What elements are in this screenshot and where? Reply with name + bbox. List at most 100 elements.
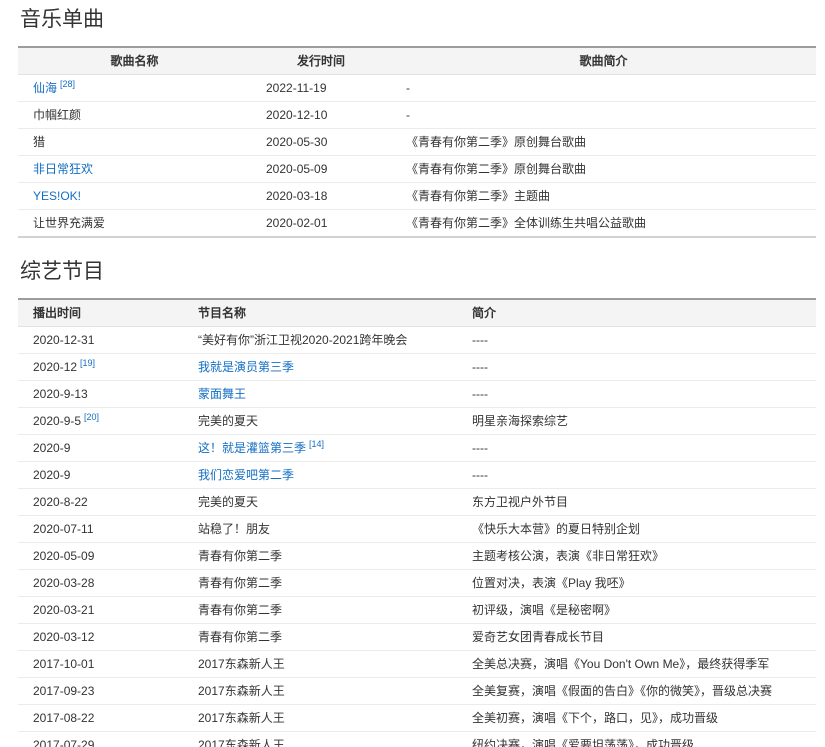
table-cell: 青春有你第二季 bbox=[183, 570, 457, 597]
table-cell: 2017-07-29 bbox=[18, 732, 183, 747]
cell-text: 爱奇艺女团青春成长节目 bbox=[472, 630, 604, 644]
column-header: 歌曲名称 bbox=[18, 47, 251, 75]
cell-text: 2022-11-19 bbox=[266, 81, 327, 95]
music-singles-table: 歌曲名称发行时间歌曲简介仙海[28]2022-11-19-巾帼红颜2020-12… bbox=[18, 46, 816, 238]
header-row: 播出时间节目名称简介 bbox=[18, 299, 816, 327]
table-row: 2020-8-22完美的夏天 东方卫视户外节目 bbox=[18, 489, 816, 516]
table-cell: 2020-05-30 bbox=[251, 129, 391, 156]
cell-text: 《快乐大本营》的夏日特别企划 bbox=[472, 522, 640, 536]
table-cell: 2020-9 bbox=[18, 462, 183, 489]
cell-text: 青春有你第二季 bbox=[198, 603, 282, 617]
cell-text: 2017东森新人王 bbox=[198, 738, 285, 747]
header-row: 歌曲名称发行时间歌曲简介 bbox=[18, 47, 816, 75]
cell-text: 《青春有你第二季》原创舞台歌曲 bbox=[406, 162, 586, 176]
table-cell: - bbox=[391, 102, 816, 129]
table-row: 非日常狂欢 2020-05-09 《青春有你第二季》原创舞台歌曲 bbox=[18, 156, 816, 183]
cell-text: 初评级，演唱《是秘密啊》 bbox=[472, 603, 616, 617]
table-row: 2020-12-31“美好有你”浙江卫视2020-2021跨年晚会---- bbox=[18, 327, 816, 354]
table-row: 2020-03-28 青春有你第二季 位置对决，表演《Play 我呸》 bbox=[18, 570, 816, 597]
entry-link[interactable]: 非日常狂欢 bbox=[33, 162, 93, 176]
cell-text: 2020-02-01 bbox=[266, 216, 327, 230]
cell-text: 2020-9 bbox=[33, 441, 70, 455]
cell-text: 2020-05-09 bbox=[266, 162, 327, 176]
cell-text: - bbox=[406, 108, 410, 122]
table-row: 2020-12[19] 我就是演员第三季 ---- bbox=[18, 354, 816, 381]
entry-link[interactable]: 蒙面舞王 bbox=[198, 387, 246, 401]
citation-ref[interactable]: [19] bbox=[80, 358, 95, 368]
table-row: 2020-07-11 站稳了！朋友 《快乐大本营》的夏日特别企划 bbox=[18, 516, 816, 543]
cell-text: ---- bbox=[472, 387, 488, 401]
table-row: 2020-9 这！就是灌篮第三季[14] ---- bbox=[18, 435, 816, 462]
table-cell: 2020-03-28 bbox=[18, 570, 183, 597]
table-cell: 纽约决赛，演唱《爱要坦荡荡》，成功晋级 bbox=[457, 732, 816, 747]
cell-text: 青春有你第二季 bbox=[198, 549, 282, 563]
entry-link[interactable]: 仙海 bbox=[33, 81, 57, 95]
table-row: 让世界充满爱2020-02-01《青春有你第二季》全体训练生共唱公益歌曲 bbox=[18, 210, 816, 238]
table-cell: - bbox=[391, 75, 816, 102]
table-cell: 站稳了！朋友 bbox=[183, 516, 457, 543]
table-cell: 主题考核公演，表演《非日常狂欢》 bbox=[457, 543, 816, 570]
entry-link[interactable]: YES!OK! bbox=[33, 189, 81, 203]
table-cell: 青春有你第二季 bbox=[183, 543, 457, 570]
table-cell: 2017东森新人王 bbox=[183, 678, 457, 705]
table-cell: 东方卫视户外节目 bbox=[457, 489, 816, 516]
cell-text: ---- bbox=[472, 441, 488, 455]
cell-text: 《青春有你第二季》原创舞台歌曲 bbox=[406, 135, 586, 149]
table-cell: 巾帼红颜 bbox=[18, 102, 251, 129]
table-row: 2020-05-09 青春有你第二季 主题考核公演，表演《非日常狂欢》 bbox=[18, 543, 816, 570]
table-row: 2017-07-29 2017东森新人王 纽约决赛，演唱《爱要坦荡荡》，成功晋级 bbox=[18, 732, 816, 747]
column-header: 歌曲简介 bbox=[391, 47, 816, 75]
table-cell: 初评级，演唱《是秘密啊》 bbox=[457, 597, 816, 624]
table-cell: 完美的夏天 bbox=[183, 489, 457, 516]
entry-link[interactable]: 我就是演员第三季 bbox=[198, 360, 294, 374]
table-cell: 全美总决赛，演唱《You Don't Own Me》，最终获得季军 bbox=[457, 651, 816, 678]
table-cell: 2020-05-09 bbox=[251, 156, 391, 183]
table-cell: 青春有你第二季 bbox=[183, 624, 457, 651]
column-header: 发行时间 bbox=[251, 47, 391, 75]
table-cell: 2020-9-13 bbox=[18, 381, 183, 408]
table-cell: 2020-03-18 bbox=[251, 183, 391, 210]
table-cell: 《青春有你第二季》主题曲 bbox=[391, 183, 816, 210]
entry-link[interactable]: 我们恋爱吧第二季 bbox=[198, 468, 294, 482]
table-cell: ---- bbox=[457, 327, 816, 354]
citation-ref[interactable]: [28] bbox=[60, 79, 75, 89]
table-cell: YES!OK! bbox=[18, 183, 251, 210]
column-header: 简介 bbox=[457, 299, 816, 327]
cell-text: 2020-12-10 bbox=[266, 108, 327, 122]
table-cell: 非日常狂欢 bbox=[18, 156, 251, 183]
cell-text: 位置对决，表演《Play 我呸》 bbox=[472, 576, 631, 590]
cell-text: 2017东森新人王 bbox=[198, 684, 285, 698]
cell-text: ---- bbox=[472, 333, 488, 347]
cell-text: 2017-10-01 bbox=[33, 657, 94, 671]
section-music-singles: 音乐单曲 歌曲名称发行时间歌曲简介仙海[28]2022-11-19-巾帼红颜20… bbox=[18, 0, 816, 238]
entry-link[interactable]: 这！就是灌篮第三季 bbox=[198, 441, 306, 455]
table-cell: 2020-8-22 bbox=[18, 489, 183, 516]
column-header: 播出时间 bbox=[18, 299, 183, 327]
table-row: 2020-03-12青春有你第二季爱奇艺女团青春成长节目 bbox=[18, 624, 816, 651]
table-cell: 我就是演员第三季 bbox=[183, 354, 457, 381]
section-variety-shows: 综艺节目 播出时间节目名称简介2020-12-31“美好有你”浙江卫视2020-… bbox=[18, 238, 816, 747]
table-cell: 仙海[28] bbox=[18, 75, 251, 102]
table-cell: ---- bbox=[457, 435, 816, 462]
table-cell: 2022-11-19 bbox=[251, 75, 391, 102]
table-cell: “美好有你”浙江卫视2020-2021跨年晚会 bbox=[183, 327, 457, 354]
table-cell: 2020-02-01 bbox=[251, 210, 391, 238]
cell-text: 青春有你第二季 bbox=[198, 576, 282, 590]
table-cell: 让世界充满爱 bbox=[18, 210, 251, 238]
cell-text: 2017东森新人王 bbox=[198, 711, 285, 725]
cell-text: 东方卫视户外节目 bbox=[472, 495, 568, 509]
cell-text: 《青春有你第二季》主题曲 bbox=[406, 189, 550, 203]
table-cell: 完美的夏天 bbox=[183, 408, 457, 435]
cell-text: 2020-07-11 bbox=[33, 522, 94, 536]
citation-ref[interactable]: [14] bbox=[309, 439, 324, 449]
citation-ref[interactable]: [20] bbox=[84, 412, 99, 422]
table-row: 猎2020-05-30《青春有你第二季》原创舞台歌曲 bbox=[18, 129, 816, 156]
table-cell: 2017东森新人王 bbox=[183, 651, 457, 678]
cell-text: 2020-05-09 bbox=[33, 549, 94, 563]
table-cell: 2020-12[19] bbox=[18, 354, 183, 381]
table-cell: 《快乐大本营》的夏日特别企划 bbox=[457, 516, 816, 543]
table-cell: 2020-05-09 bbox=[18, 543, 183, 570]
table-cell: 2020-9-5[20] bbox=[18, 408, 183, 435]
table-cell: 2020-03-21 bbox=[18, 597, 183, 624]
table-cell: ---- bbox=[457, 354, 816, 381]
